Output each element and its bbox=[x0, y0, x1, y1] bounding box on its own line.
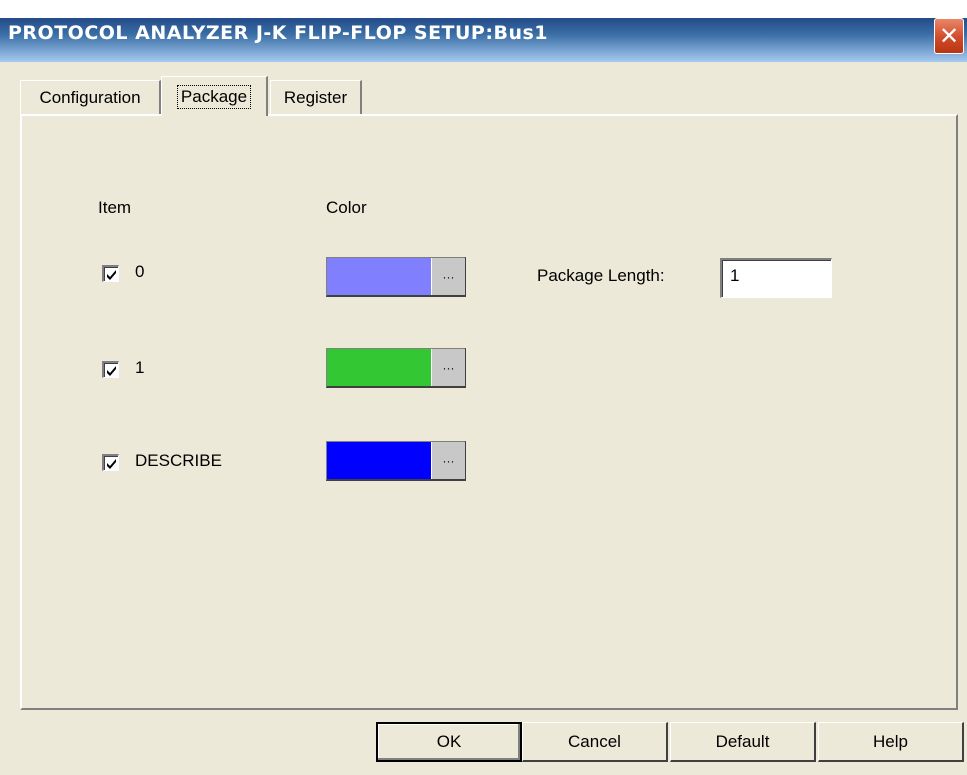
item-0-checkbox[interactable] bbox=[102, 265, 119, 282]
item-1-color-swatch bbox=[327, 349, 431, 386]
package-length-label: Package Length: bbox=[537, 266, 665, 285]
package-length-field[interactable]: 1 bbox=[720, 258, 832, 298]
checkmark-icon bbox=[107, 459, 116, 469]
item-0-color-swatch bbox=[327, 258, 431, 295]
window-title: PROTOCOL ANALYZER J-K FLIP-FLOP SETUP:Bu… bbox=[8, 22, 548, 44]
close-icon: ✕ bbox=[938, 22, 960, 50]
item-0-color-picker[interactable]: ··· bbox=[326, 257, 466, 297]
checkmark-icon bbox=[107, 366, 116, 376]
item-1-checkbox[interactable] bbox=[102, 361, 119, 378]
item-describe-color-picker[interactable]: ··· bbox=[326, 441, 466, 481]
tab-register[interactable]: Register bbox=[270, 80, 362, 114]
item-0-ellipsis-button[interactable]: ··· bbox=[431, 258, 465, 295]
color-header: Color bbox=[326, 198, 367, 217]
item-1-label: 1 bbox=[135, 358, 145, 377]
close-button[interactable]: ✕ bbox=[934, 18, 964, 54]
item-describe-checkbox[interactable] bbox=[102, 454, 119, 471]
tab-configuration[interactable]: Configuration bbox=[20, 80, 161, 114]
title-bar: PROTOCOL ANALYZER J-K FLIP-FLOP SETUP:Bu… bbox=[0, 0, 967, 62]
ellipsis-icon: ··· bbox=[442, 453, 455, 468]
ellipsis-icon: ··· bbox=[442, 269, 455, 284]
tab-register-label: Register bbox=[283, 87, 348, 107]
item-1-ellipsis-button[interactable]: ··· bbox=[431, 349, 465, 386]
item-describe-color-swatch bbox=[327, 442, 431, 479]
tab-configuration-label: Configuration bbox=[39, 87, 141, 107]
item-describe-ellipsis-button[interactable]: ··· bbox=[431, 442, 465, 479]
help-button[interactable]: Help bbox=[818, 722, 964, 762]
tab-package[interactable]: Package bbox=[161, 76, 268, 116]
setup-dialog: PROTOCOL ANALYZER J-K FLIP-FLOP SETUP:Bu… bbox=[0, 0, 967, 775]
package-panel bbox=[20, 114, 958, 710]
item-0-label: 0 bbox=[135, 262, 145, 281]
checkmark-icon bbox=[107, 270, 116, 280]
cancel-button[interactable]: Cancel bbox=[522, 722, 668, 762]
tab-package-label: Package bbox=[176, 84, 252, 109]
item-header: Item bbox=[98, 198, 132, 217]
ellipsis-icon: ··· bbox=[442, 360, 455, 375]
ok-button[interactable]: OK bbox=[376, 722, 522, 762]
item-describe-label: DESCRIBE bbox=[135, 451, 222, 470]
item-1-color-picker[interactable]: ··· bbox=[326, 348, 466, 388]
default-button[interactable]: Default bbox=[670, 722, 816, 762]
